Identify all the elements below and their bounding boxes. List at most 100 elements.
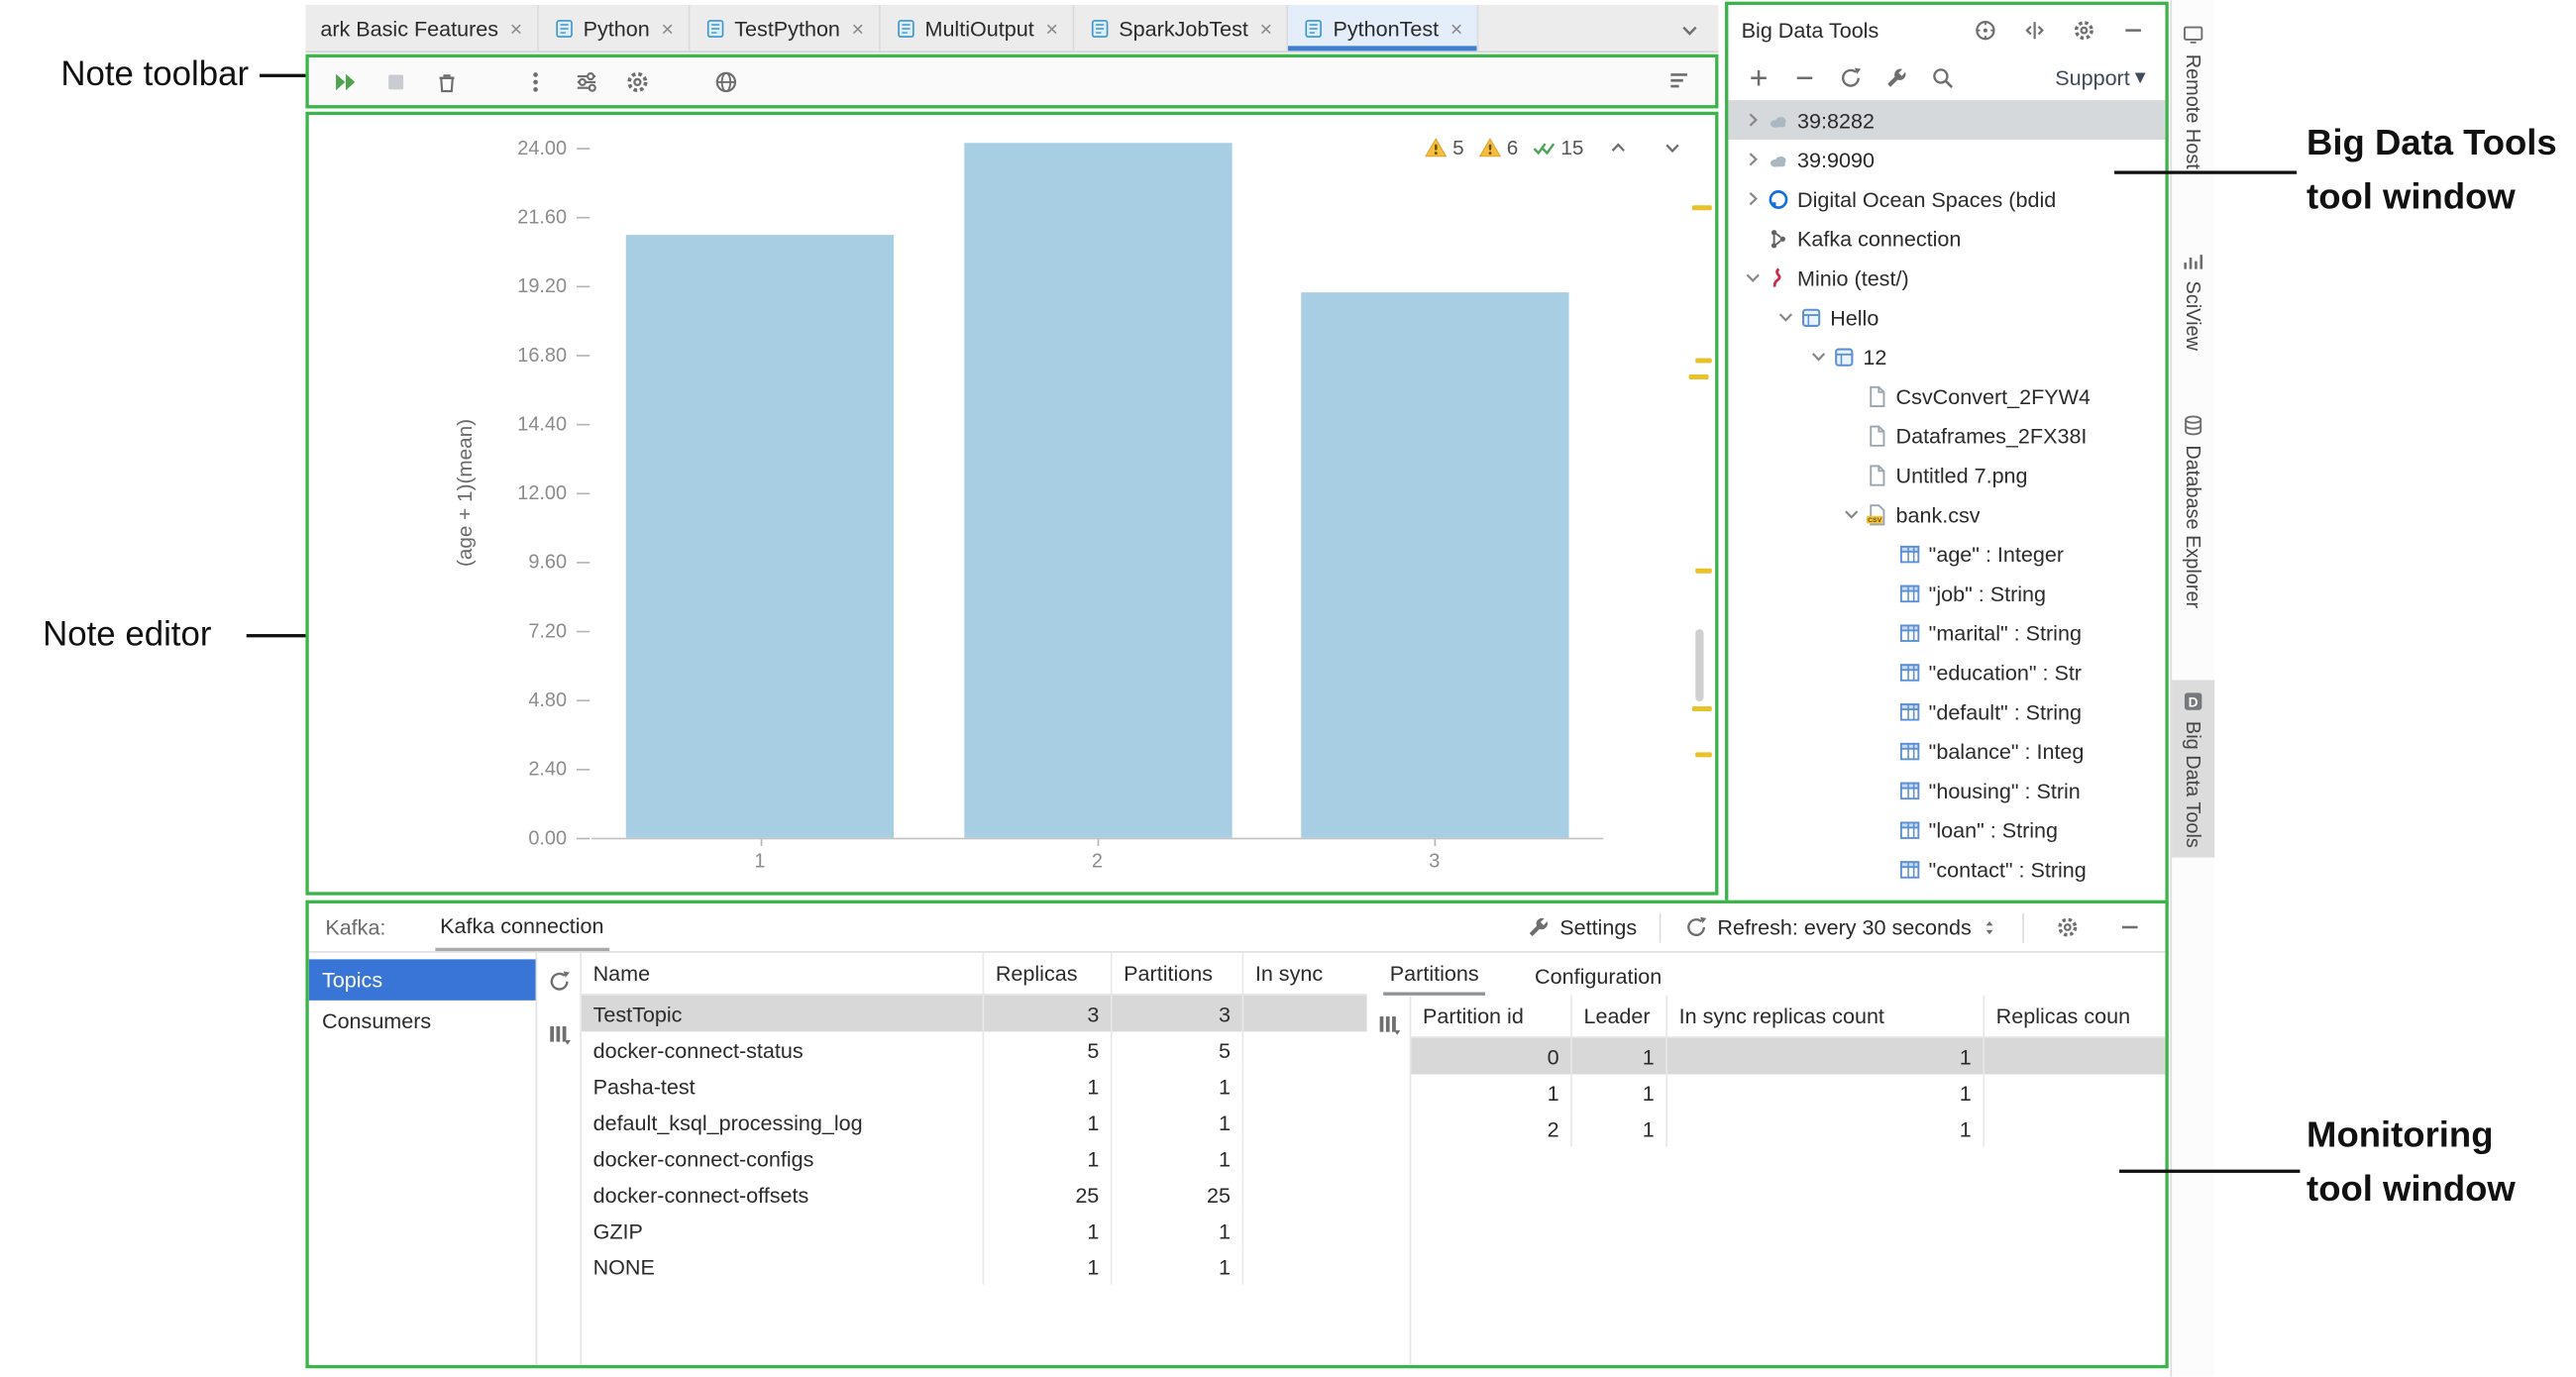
editor-tab-1[interactable]: Python× (539, 5, 691, 51)
inspection-badge[interactable]: 15 (1533, 137, 1583, 159)
run-all-button[interactable] (325, 63, 365, 99)
tree-row-4[interactable]: Minio (test/) (1728, 258, 2165, 297)
tab-close-icon[interactable]: × (1450, 16, 1463, 41)
nav-item-consumers[interactable]: Consumers (309, 1001, 536, 1041)
table-row[interactable]: docker-connect-status55 (582, 1031, 1367, 1067)
column-header[interactable]: Partition id (1411, 996, 1571, 1036)
refresh-button[interactable] (1830, 59, 1870, 95)
tree-row-16[interactable]: "balance" : Integ (1728, 731, 2165, 771)
search-button[interactable] (1922, 59, 1962, 95)
column-header[interactable]: Replicas (984, 953, 1112, 994)
error-stripe-mark[interactable] (1695, 569, 1712, 574)
error-stripe-mark[interactable] (1695, 358, 1712, 363)
stripe-item-database-explorer[interactable]: Database Explorer (2172, 404, 2214, 618)
tree-row-14[interactable]: "education" : Str (1728, 652, 2165, 691)
tree-row-0[interactable]: 39:8282 (1728, 100, 2165, 140)
table-row[interactable]: docker-connect-configs11 (582, 1140, 1367, 1176)
settings-button[interactable]: Settings (1527, 915, 1637, 940)
refresh-interval-control[interactable]: Refresh: every 30 seconds (1684, 915, 1999, 940)
table-row[interactable]: GZIP11 (582, 1213, 1367, 1248)
chevron-down-icon[interactable] (1771, 305, 1798, 328)
sort-button[interactable] (1660, 61, 1699, 97)
column-header[interactable]: Replicas coun (1985, 996, 2165, 1036)
tree-row-11[interactable]: "age" : Integer (1728, 534, 2165, 574)
tab-overflow-button[interactable] (1669, 12, 1709, 48)
tree-row-13[interactable]: "marital" : String (1728, 612, 2165, 652)
minus-button[interactable] (1784, 59, 1824, 95)
editor-tab-4[interactable]: SparkJobTest× (1075, 5, 1289, 51)
tab-partitions[interactable]: Partitions (1383, 954, 1485, 995)
tree-row-12[interactable]: "job" : String (1728, 574, 2165, 613)
tab-close-icon[interactable]: × (852, 16, 865, 41)
editor-tab-3[interactable]: MultiOutput× (881, 5, 1075, 51)
column-header[interactable]: Leader (1572, 996, 1667, 1036)
tree-row-18[interactable]: "loan" : String (1728, 809, 2165, 849)
tree-row-9[interactable]: Untitled 7.png (1728, 455, 2165, 494)
minimize-button[interactable] (2112, 12, 2152, 48)
tab-close-icon[interactable]: × (1045, 16, 1058, 41)
inspection-badge[interactable]: 6 (1479, 137, 1519, 159)
tree-row-7[interactable]: CsvConvert_2FYW4 (1728, 376, 2165, 416)
tree-row-15[interactable]: "default" : String (1728, 691, 2165, 731)
tab-close-icon[interactable]: × (661, 16, 674, 41)
plus-button[interactable] (1738, 59, 1777, 95)
kafka-connection-tab[interactable]: Kafka connection (435, 903, 608, 951)
trash-button[interactable] (427, 63, 467, 99)
column-header[interactable]: Name (582, 953, 984, 994)
split-button[interactable] (2014, 12, 2054, 48)
table-row[interactable]: Pasha-test11 (582, 1068, 1367, 1104)
tree-row-19[interactable]: "contact" : String (1728, 849, 2165, 889)
gear-button[interactable] (2064, 12, 2103, 48)
chev-up-button[interactable] (1598, 130, 1638, 165)
chevron-right-icon[interactable] (1738, 108, 1766, 131)
chevron-right-icon[interactable] (1738, 187, 1766, 210)
column-header[interactable]: Partitions (1113, 953, 1244, 994)
tree-row-17[interactable]: "housing" : Strin (1728, 771, 2165, 810)
globe-button[interactable] (706, 63, 746, 99)
table-row[interactable]: NONE11 (582, 1248, 1367, 1284)
tree-row-3[interactable]: Kafka connection (1728, 219, 2165, 259)
tree-row-6[interactable]: 12 (1728, 337, 2165, 376)
column-header[interactable]: In sync (1243, 953, 1366, 994)
error-stripe-mark[interactable] (1689, 374, 1709, 379)
table-row[interactable]: 211 (1411, 1111, 2165, 1146)
compass-button[interactable] (1965, 12, 2004, 48)
refresh-button[interactable] (539, 963, 579, 999)
chevron-down-icon[interactable] (1738, 266, 1766, 289)
table-row[interactable]: default_ksql_processing_log11 (582, 1104, 1367, 1139)
table-row[interactable]: 111 (1411, 1074, 2165, 1110)
chevron-down-icon[interactable] (1837, 502, 1865, 525)
nav-item-topics[interactable]: Topics (309, 959, 536, 1000)
scrollbar-thumb[interactable] (1695, 629, 1703, 701)
chevron-right-icon[interactable] (1738, 148, 1766, 170)
editor-tab-5[interactable]: PythonTest× (1289, 5, 1479, 51)
error-stripe-mark[interactable] (1692, 205, 1712, 210)
columns-button[interactable] (1368, 1006, 1408, 1041)
stripe-item-big-data-tools[interactable]: DBig Data Tools (2172, 680, 2214, 857)
table-row[interactable]: TestTopic33 (582, 996, 1367, 1031)
tree-row-8[interactable]: Dataframes_2FX38I (1728, 416, 2165, 456)
tab-configuration[interactable]: Configuration (1528, 958, 1667, 996)
sliders-button[interactable] (567, 63, 606, 99)
table-row[interactable]: 011 (1411, 1038, 2165, 1074)
tab-close-icon[interactable]: × (1259, 16, 1272, 41)
tree-row-10[interactable]: CSVbank.csv (1728, 494, 2165, 534)
tree-row-2[interactable]: Digital Ocean Spaces (bdid (1728, 179, 2165, 219)
gear-button[interactable] (617, 63, 657, 99)
stripe-item-sciview[interactable]: SciView (2172, 240, 2214, 361)
stripe-item-remote-host[interactable]: Remote Host (2172, 13, 2214, 179)
chevron-down-icon[interactable] (1804, 345, 1832, 368)
gear-button[interactable] (2047, 909, 2087, 945)
stop-button[interactable] (376, 63, 416, 99)
support-dropdown[interactable]: Support▾ (2055, 64, 2145, 91)
error-stripe-mark[interactable] (1692, 706, 1712, 711)
editor-tab-2[interactable]: TestPython× (691, 5, 881, 51)
tab-close-icon[interactable]: × (510, 16, 523, 41)
tree-row-5[interactable]: Hello (1728, 297, 2165, 337)
columns-button[interactable] (539, 1015, 579, 1051)
more-vert-button[interactable] (516, 63, 556, 99)
editor-tab-0[interactable]: ark Basic Features× (305, 5, 538, 51)
chev-down-button[interactable] (1653, 130, 1692, 165)
tree-row-1[interactable]: 39:9090 (1728, 140, 2165, 179)
minimize-button[interactable] (2109, 909, 2149, 945)
